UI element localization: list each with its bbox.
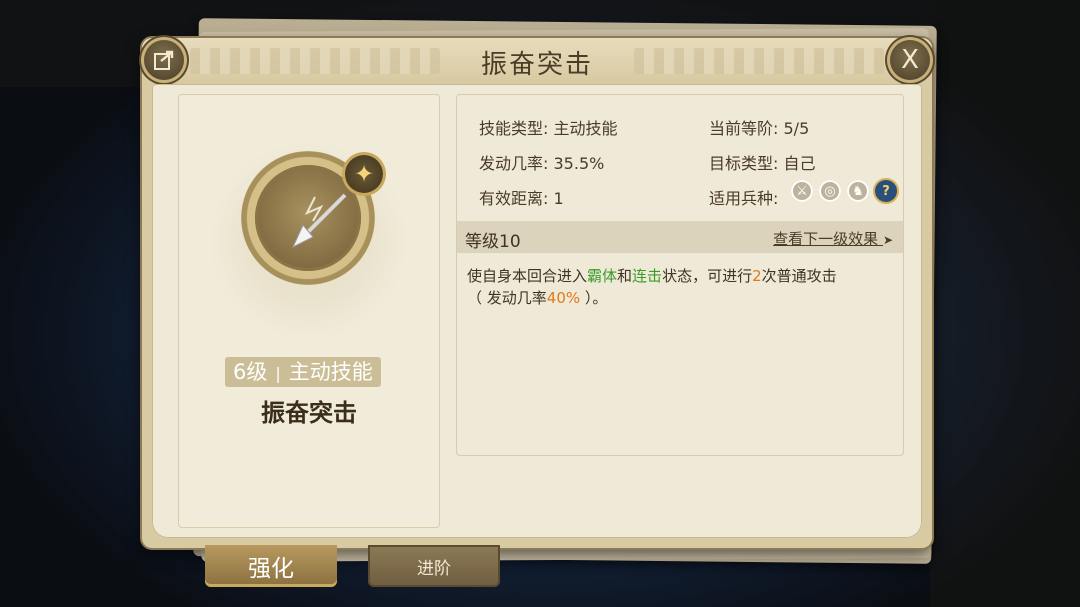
skill-type: 主动技能	[288, 360, 373, 384]
current-rank-value: 5/5	[783, 119, 810, 138]
skill-level-tag: 6级 | 主动技能	[225, 357, 381, 387]
skill-info-card: 技能类型: 主动技能 当前等阶: 5/5 发动几率: 35.5% 目标类型: 自…	[456, 94, 904, 456]
range-row: 有效距离: 1	[479, 185, 564, 209]
sword-icon[interactable]: ⚔	[791, 180, 813, 202]
tab-strengthen[interactable]: 强化	[205, 545, 337, 587]
target-type-value: 自己	[783, 154, 816, 173]
skill-description: 使自身本回合进入霸体和连击状态，可进行2次普通攻击 （ 发动几率40% ）。	[467, 265, 889, 309]
help-icon[interactable]: ?	[875, 180, 897, 202]
desc-text: （ 发动几率	[467, 289, 547, 307]
desc-highlight-combo: 连击	[632, 267, 663, 285]
share-icon	[154, 50, 174, 70]
range-value: 1	[553, 189, 564, 208]
trigger-rate-row: 发动几率: 35.5%	[479, 150, 604, 174]
target-icon[interactable]: ◎	[819, 180, 841, 202]
current-rank-row: 当前等阶: 5/5	[709, 115, 809, 139]
star-badge-icon: ✦	[345, 155, 383, 193]
tab-strengthen-label: 强化	[248, 556, 294, 582]
spear-icon	[291, 193, 347, 249]
desc-text: 和	[617, 267, 633, 285]
target-type-row: 目标类型: 自己	[709, 150, 816, 174]
level-separator: |	[275, 364, 281, 383]
next-level-link[interactable]: 查看下一级效果 ➤	[773, 228, 893, 249]
level-band: 等级10 查看下一级效果 ➤	[457, 221, 903, 253]
desc-text: ）。	[580, 289, 608, 307]
desc-trigger-rate: 40%	[546, 289, 581, 307]
skill-type-value: 主动技能	[553, 119, 618, 138]
applicable-units-row: 适用兵种:	[709, 185, 778, 209]
range-label: 有效距离:	[479, 189, 549, 208]
desc-highlight-superarmor: 霸体	[587, 267, 618, 285]
horse-icon[interactable]: ♞	[847, 180, 869, 202]
tab-advance-label: 进阶	[417, 558, 451, 579]
desc-text: 使自身本回合进入	[467, 267, 588, 285]
skill-level-value: 等级10	[465, 232, 521, 252]
title-bar: 振奋突击 X	[142, 38, 932, 84]
close-icon: X	[901, 45, 919, 75]
skill-dialog: 振奋突击 X ✦ 6级 | 主动技能 振奋突击 技能类型: 主动技能 当前等阶:…	[142, 38, 932, 548]
desc-text: 状态，可进行	[662, 267, 753, 285]
desc-text: 次普通攻击	[761, 267, 837, 285]
skill-type-label: 技能类型:	[479, 119, 549, 138]
trigger-rate-label: 发动几率:	[479, 154, 549, 173]
dialog-title: 振奋突击	[480, 50, 593, 80]
skill-card: ✦ 6级 | 主动技能 振奋突击	[178, 94, 440, 528]
unit-icon-list: ⚔ ◎ ♞ ?	[791, 180, 897, 202]
tab-advance[interactable]: 进阶	[368, 545, 500, 587]
arrow-right-icon: ➤	[882, 233, 893, 247]
current-rank-label: 当前等阶:	[709, 119, 779, 138]
skill-type-row: 技能类型: 主动技能	[479, 115, 618, 139]
skill-name: 振奋突击	[261, 399, 357, 427]
target-type-label: 目标类型:	[709, 154, 779, 173]
trigger-rate-value: 35.5%	[553, 154, 605, 173]
applicable-units-label: 适用兵种:	[709, 189, 779, 208]
close-button[interactable]: X	[890, 40, 930, 80]
skill-level: 6级	[233, 360, 268, 384]
desc-attack-count: 2	[752, 267, 762, 285]
share-button[interactable]	[144, 40, 184, 80]
next-level-label: 查看下一级效果	[773, 230, 879, 248]
